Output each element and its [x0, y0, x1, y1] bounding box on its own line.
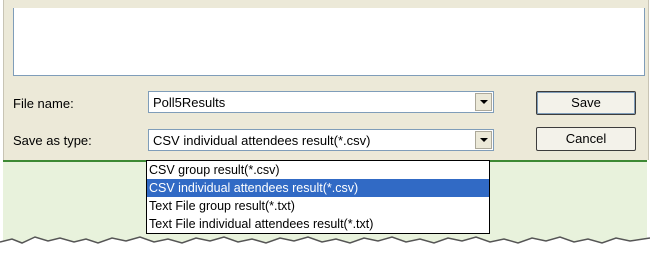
file-name-combo[interactable]: Poll5Results — [148, 91, 494, 113]
save-as-type-combo[interactable]: CSV individual attendees result(*.csv) — [148, 129, 494, 151]
save-as-type-value: CSV individual attendees result(*.csv) — [153, 133, 371, 148]
dropdown-option[interactable]: CSV group result(*.csv) — [147, 161, 489, 179]
chevron-down-icon[interactable] — [475, 131, 492, 149]
dropdown-option-selected[interactable]: CSV individual attendees result(*.csv) — [147, 179, 489, 197]
screenshot-frame: File name: Poll5Results Save Save as typ… — [0, 0, 650, 255]
save-as-type-label: Save as type: — [13, 133, 92, 148]
dropdown-option[interactable]: Text File group result(*.txt) — [147, 197, 489, 215]
save-dialog: File name: Poll5Results Save Save as typ… — [3, 0, 649, 160]
file-list-area[interactable] — [13, 8, 645, 76]
save-as-type-dropdown-list[interactable]: CSV group result(*.csv) CSV individual a… — [146, 160, 490, 234]
save-button[interactable]: Save — [536, 91, 636, 115]
dropdown-option[interactable]: Text File individual attendees result(*.… — [147, 215, 489, 233]
file-name-input[interactable]: Poll5Results — [153, 95, 225, 110]
cancel-button[interactable]: Cancel — [536, 127, 636, 151]
chevron-down-icon[interactable] — [475, 93, 492, 111]
file-name-label: File name: — [13, 96, 74, 111]
